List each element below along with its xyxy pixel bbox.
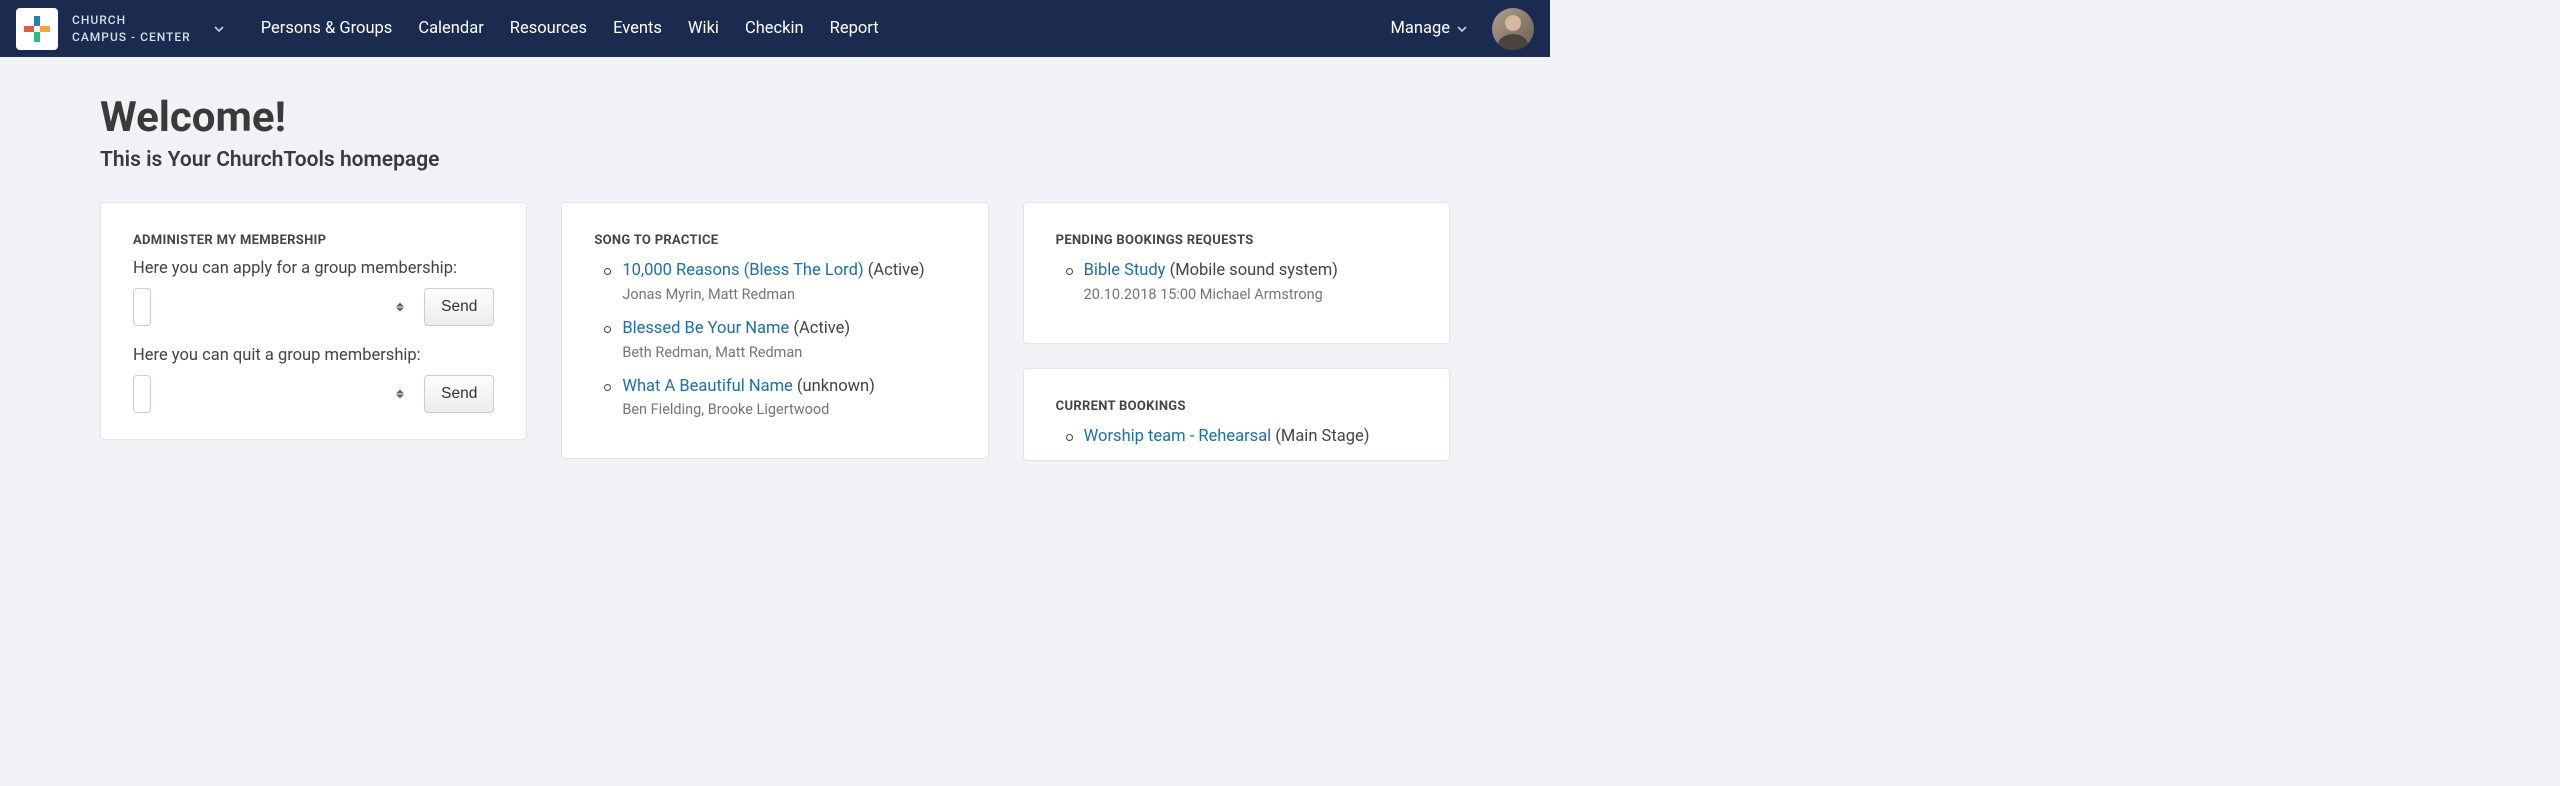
pending-bookings-card: PENDING BOOKINGS REQUESTS Bible Study (M… — [1023, 202, 1450, 344]
current-card-title: CURRENT BOOKINGS — [1056, 399, 1417, 414]
nav-calendar[interactable]: Calendar — [418, 19, 483, 38]
logo-icon — [24, 16, 50, 42]
apply-send-button[interactable]: Send — [424, 288, 494, 326]
apply-label: Here you can apply for a group membershi… — [133, 259, 494, 278]
nav-checkin[interactable]: Checkin — [745, 19, 804, 38]
pending-item: Bible Study (Mobile sound system) 20.10.… — [1084, 259, 1417, 303]
quit-label: Here you can quit a group membership: — [133, 346, 494, 365]
manage-label: Manage — [1391, 19, 1450, 38]
songs-card: SONG TO PRACTICE 10,000 Reasons (Bless T… — [561, 202, 988, 459]
apply-group-select[interactable] — [133, 288, 151, 326]
nav-items: Persons & Groups Calendar Resources Even… — [261, 19, 879, 38]
song-link[interactable]: 10,000 Reasons (Bless The Lord) — [622, 261, 863, 280]
booking-link[interactable]: Worship team - Rehearsal — [1084, 427, 1272, 446]
page-subtitle: This is Your ChurchTools homepage — [100, 148, 1450, 172]
brand[interactable]: CHURCH CAMPUS - CENTER — [16, 8, 225, 50]
manage-menu[interactable]: Manage — [1391, 19, 1468, 38]
song-status: (Active) — [793, 319, 850, 338]
song-item: 10,000 Reasons (Bless The Lord) (Active)… — [622, 259, 955, 303]
song-link[interactable]: What A Beautiful Name — [622, 377, 792, 396]
top-navbar: CHURCH CAMPUS - CENTER Persons & Groups … — [0, 0, 1550, 57]
current-item: Worship team - Rehearsal (Main Stage) — [1084, 425, 1417, 450]
song-status: (Active) — [868, 261, 925, 280]
song-link[interactable]: Blessed Be Your Name — [622, 319, 789, 338]
booking-resource: (Main Stage) — [1271, 427, 1369, 446]
hero-section: Welcome! This is Your ChurchTools homepa… — [100, 57, 1450, 202]
chevron-down-icon — [1456, 23, 1468, 35]
app-logo[interactable] — [16, 8, 58, 50]
quit-group-select[interactable] — [133, 375, 151, 413]
avatar[interactable] — [1492, 8, 1534, 50]
song-item: Blessed Be Your Name (Active) Beth Redma… — [622, 317, 955, 361]
nav-resources[interactable]: Resources — [510, 19, 587, 38]
booking-link[interactable]: Bible Study — [1084, 261, 1166, 280]
membership-card-title: ADMINISTER MY MEMBERSHIP — [133, 233, 494, 248]
select-caret-icon — [396, 390, 404, 399]
select-caret-icon — [396, 303, 404, 312]
brand-text: CHURCH CAMPUS - CENTER — [72, 12, 191, 44]
nav-events[interactable]: Events — [613, 19, 662, 38]
song-authors: Ben Fielding, Brooke Ligertwood — [622, 401, 955, 418]
song-authors: Beth Redman, Matt Redman — [622, 344, 955, 361]
page-title: Welcome! — [100, 93, 1450, 142]
song-item: What A Beautiful Name (unknown) Ben Fiel… — [622, 375, 955, 419]
booking-resource: (Mobile sound system) — [1170, 261, 1338, 280]
chevron-down-icon[interactable] — [213, 23, 225, 35]
booking-meta: 20.10.2018 15:00 Michael Armstrong — [1084, 286, 1417, 303]
membership-card: ADMINISTER MY MEMBERSHIP Here you can ap… — [100, 202, 527, 440]
song-authors: Jonas Myrin, Matt Redman — [622, 286, 955, 303]
current-bookings-card: CURRENT BOOKINGS Worship team - Rehearsa… — [1023, 368, 1450, 461]
songs-card-title: SONG TO PRACTICE — [594, 233, 955, 248]
song-status: (unknown) — [797, 377, 875, 396]
pending-card-title: PENDING BOOKINGS REQUESTS — [1056, 233, 1417, 248]
nav-wiki[interactable]: Wiki — [688, 19, 719, 38]
nav-persons-groups[interactable]: Persons & Groups — [261, 19, 393, 38]
quit-send-button[interactable]: Send — [424, 375, 494, 413]
nav-report[interactable]: Report — [830, 19, 879, 38]
